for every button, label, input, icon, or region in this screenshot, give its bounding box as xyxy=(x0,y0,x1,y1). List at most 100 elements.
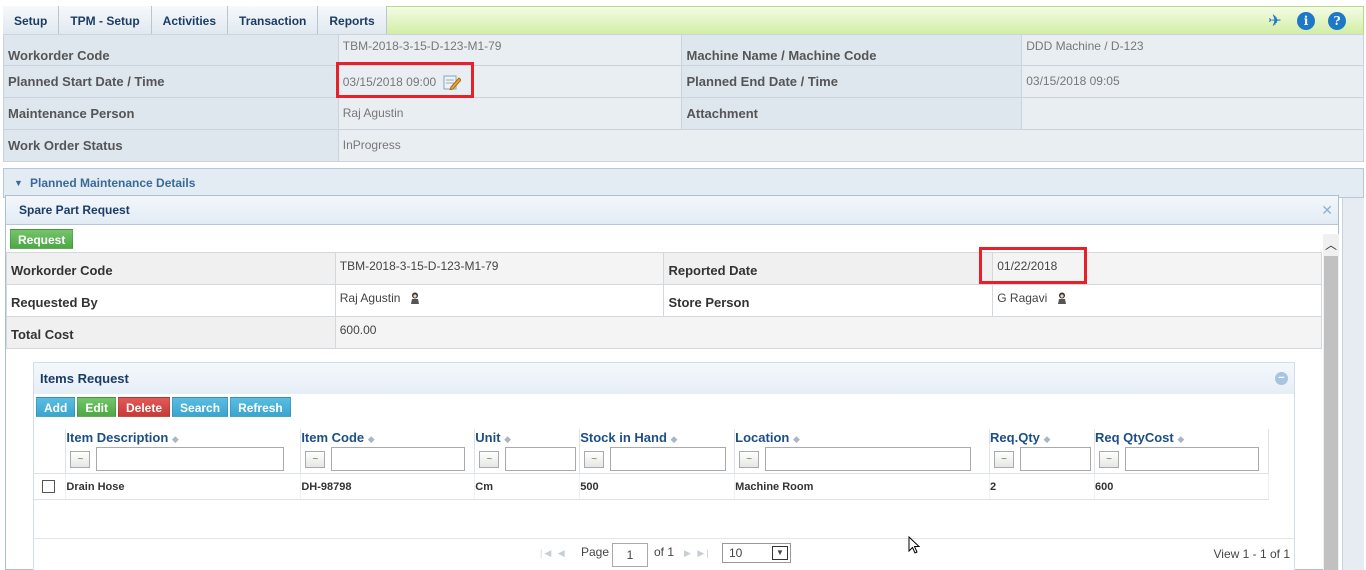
items-grid: Item Description ◆ Item Code ◆ Unit ◆ St… xyxy=(34,429,1269,500)
work-order-status-label: Work Order Status xyxy=(3,129,339,162)
page-count: of 1 xyxy=(654,545,675,559)
planned-end-label: Planned End Date / Time xyxy=(681,65,1023,98)
items-request-title-bar: Items Request − xyxy=(34,363,1294,394)
maintenance-person-label: Maintenance Person xyxy=(3,97,339,130)
table-row[interactable]: Drain Hose DH-98798 Cm 500 Machine Room … xyxy=(34,473,1269,500)
cell-req-qty-cost: 600 xyxy=(1094,473,1269,500)
workorder-code-label: Workorder Code xyxy=(6,252,336,285)
planned-maintenance-title: Planned Maintenance Details xyxy=(30,176,196,190)
table-row: Workorder Code TBM-2018-3-15-D-123-M1-79… xyxy=(3,34,1364,66)
column-header-req-qty[interactable]: Req.Qty ◆ xyxy=(989,429,1095,445)
filter-operator-button[interactable]: ~ xyxy=(305,450,326,468)
scroll-up-icon[interactable]: ︿ xyxy=(1323,234,1339,254)
machine-name-label: Machine Name / Machine Code xyxy=(681,34,1023,66)
filter-operator-button[interactable]: ~ xyxy=(994,450,1015,468)
dialog-scrollbar[interactable]: ︿ xyxy=(1323,234,1339,570)
workorder-code-value: TBM-2018-3-15-D-123-M1-79 xyxy=(337,34,683,66)
rows-per-page-select[interactable]: 10 ▼ xyxy=(722,543,791,563)
scrollbar-thumb[interactable] xyxy=(1324,256,1338,570)
filter-input[interactable] xyxy=(765,447,972,471)
machine-name-value: DDD Machine / D-123 xyxy=(1021,34,1364,66)
filter-input[interactable] xyxy=(1020,447,1092,471)
column-header-item-description[interactable]: Item Description ◆ xyxy=(65,429,302,445)
mouse-cursor-icon xyxy=(908,536,920,554)
filter-req-qty-cost: ~ xyxy=(1094,445,1269,474)
filter-stock-in-hand: ~ xyxy=(579,445,736,474)
cell-location: Machine Room xyxy=(734,473,991,500)
workorder-code-label: Workorder Code xyxy=(3,34,339,66)
search-button[interactable]: Search xyxy=(172,397,229,417)
filter-item-description: ~ xyxy=(65,445,302,474)
column-header-location[interactable]: Location ◆ xyxy=(734,429,991,445)
filter-req-qty: ~ xyxy=(989,445,1095,474)
items-request-title: Items Request xyxy=(40,371,129,386)
page-number-input[interactable]: 1 xyxy=(612,543,648,567)
row-select-cell xyxy=(34,473,67,500)
filter-location: ~ xyxy=(734,445,991,474)
items-request-panel: Items Request − Add Edit Delete Search R… xyxy=(33,362,1295,570)
select-column-header xyxy=(34,429,67,445)
cell-req-qty: 2 xyxy=(989,473,1095,500)
items-toolbar: Add Edit Delete Search Refresh xyxy=(36,397,291,417)
grid-header-row: Item Description ◆ Item Code ◆ Unit ◆ St… xyxy=(34,429,1269,445)
table-row: Workorder Code TBM-2018-3-15-D-123-M1-79… xyxy=(6,252,1322,285)
first-prev-page-icon[interactable]: |◀ ◀ xyxy=(540,548,567,559)
chevron-down-icon[interactable]: ▼ xyxy=(772,546,788,560)
column-header-stock-in-hand[interactable]: Stock in Hand ◆ xyxy=(579,429,736,445)
filter-operator-button[interactable]: ~ xyxy=(1099,450,1119,468)
filter-cell xyxy=(34,445,67,474)
person-icon[interactable] xyxy=(1057,292,1067,304)
work-order-status-value: InProgress xyxy=(337,129,1365,162)
attachment-value xyxy=(1021,97,1364,130)
table-row: Total Cost 600.00 xyxy=(6,316,1323,349)
requested-by-value: Raj Agustin xyxy=(334,284,665,317)
column-header-unit[interactable]: Unit ◆ xyxy=(474,429,581,445)
column-header-item-code[interactable]: Item Code ◆ xyxy=(300,429,476,445)
filter-input[interactable] xyxy=(331,447,466,471)
store-person-text: G Ragavi xyxy=(997,291,1048,305)
filter-input[interactable] xyxy=(610,447,727,471)
reported-date-label: Reported Date xyxy=(663,252,994,285)
table-row: Maintenance Person Raj Agustin Attachmen… xyxy=(3,97,1364,130)
cell-unit: Cm xyxy=(474,473,581,500)
add-button[interactable]: Add xyxy=(36,397,76,417)
request-button[interactable]: Request xyxy=(10,229,74,249)
attachment-label: Attachment xyxy=(681,97,1023,130)
filter-operator-button[interactable]: ~ xyxy=(70,450,91,468)
planned-start-label: Planned Start Date / Time xyxy=(3,65,339,98)
refresh-button[interactable]: Refresh xyxy=(230,397,291,417)
filter-input[interactable] xyxy=(1125,447,1259,471)
workorder-code-value: TBM-2018-3-15-D-123-M1-79 xyxy=(334,252,665,285)
filter-input[interactable] xyxy=(505,447,577,471)
highlight-planned-start xyxy=(336,62,474,98)
store-person-value: G Ragavi xyxy=(992,284,1322,317)
dialog-title-bar: Spare Part Request ✕ xyxy=(6,196,1338,225)
filter-operator-button[interactable]: ~ xyxy=(739,450,760,468)
person-icon[interactable] xyxy=(410,292,420,304)
collapse-icon[interactable]: − xyxy=(1275,372,1288,385)
page-label: Page xyxy=(581,545,610,559)
help-icon[interactable]: ? xyxy=(1328,12,1346,30)
planned-maintenance-header[interactable]: ▼ Planned Maintenance Details xyxy=(3,168,1364,198)
delete-button[interactable]: Delete xyxy=(118,397,171,417)
filter-operator-button[interactable]: ~ xyxy=(584,450,605,468)
info-icon[interactable]: i xyxy=(1297,12,1315,30)
grid-filter-row: ~ ~ ~ ~ ~ ~ ~ xyxy=(34,445,1269,474)
filter-operator-button[interactable]: ~ xyxy=(479,450,500,468)
pin-icon[interactable]: ✈ xyxy=(1266,12,1284,30)
maintenance-person-value: Raj Agustin xyxy=(337,97,683,130)
close-icon[interactable]: ✕ xyxy=(1321,196,1333,224)
highlight-reported-date xyxy=(979,247,1087,284)
cell-item-description: Drain Hose xyxy=(65,473,302,500)
row-checkbox[interactable] xyxy=(42,480,55,493)
next-last-page-icon[interactable]: ▶ ▶| xyxy=(684,548,711,559)
workorder-details-table: Workorder Code TBM-2018-3-15-D-123-M1-79… xyxy=(3,34,1365,162)
edit-button[interactable]: Edit xyxy=(77,397,116,417)
table-row: Work Order Status InProgress xyxy=(3,129,1365,162)
cell-stock-in-hand: 500 xyxy=(579,473,736,500)
total-cost-value: 600.00 xyxy=(334,316,1323,349)
table-row: Planned Start Date / Time 03/15/2018 09:… xyxy=(3,65,1364,98)
cell-item-code: DH-98798 xyxy=(300,473,476,500)
filter-input[interactable] xyxy=(96,447,285,471)
column-header-req-qty-cost[interactable]: Req QtyCost ◆ xyxy=(1094,429,1269,445)
